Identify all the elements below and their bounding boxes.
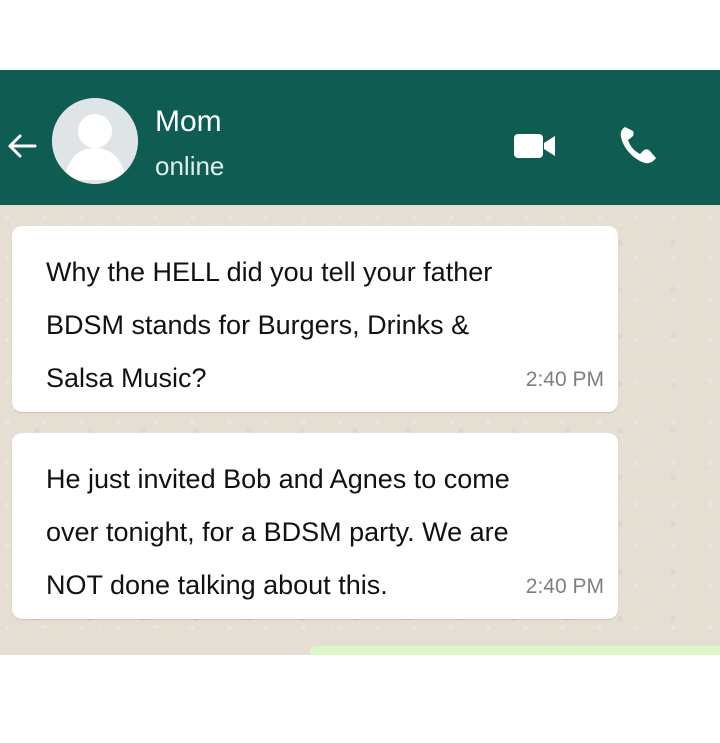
message-text: He just invited Bob and Agnes to come ov… [46, 464, 510, 600]
phone-icon[interactable] [612, 121, 662, 171]
message-text: Why the HELL did you tell your father BD… [46, 257, 493, 393]
message-timestamp: 2:40 PM [525, 575, 604, 598]
contact-name[interactable]: Mom [155, 104, 222, 140]
contact-status: online [155, 151, 225, 181]
partial-outgoing-bubble [310, 646, 720, 655]
message-timestamp: 2:40 PM [525, 368, 604, 391]
person-avatar-icon [52, 98, 138, 184]
contact-avatar[interactable] [52, 98, 138, 184]
message-bubble[interactable]: Why the HELL did you tell your father BD… [12, 226, 618, 412]
message-bubble[interactable]: He just invited Bob and Agnes to come ov… [12, 433, 618, 619]
video-camera-icon[interactable] [512, 131, 558, 161]
back-arrow-icon[interactable] [0, 126, 40, 166]
chat-screen: Mom online Why the HELL did you tell you… [0, 0, 720, 743]
